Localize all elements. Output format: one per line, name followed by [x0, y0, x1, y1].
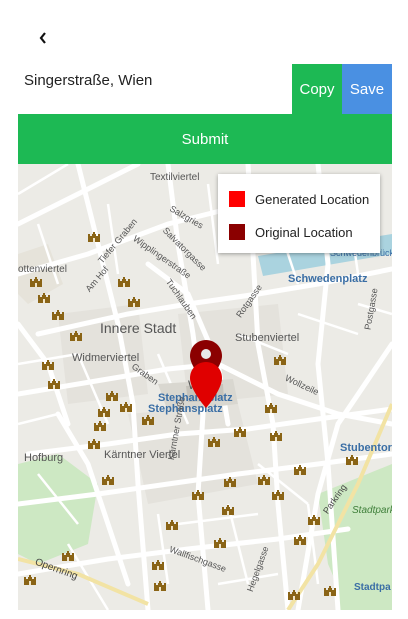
map-view[interactable]: Innere Stadt Stubenviertel Widmerviertel… — [18, 164, 392, 610]
castle-icon — [118, 277, 130, 287]
castle-icon — [234, 427, 246, 437]
castle-icon — [154, 581, 166, 591]
castle-icon — [88, 232, 100, 242]
back-button[interactable] — [36, 30, 50, 46]
address-input[interactable] — [24, 70, 284, 90]
castle-icon — [42, 360, 54, 370]
original-swatch — [229, 224, 245, 240]
castle-icon — [166, 520, 178, 530]
castle-icon — [224, 477, 236, 487]
castle-icon — [308, 515, 320, 525]
generated-location-marker[interactable] — [190, 362, 222, 408]
legend-generated-label: Generated Location — [255, 191, 370, 207]
map-label-stubenviertel: Stubenviertel — [235, 332, 300, 344]
castle-icon — [258, 475, 270, 485]
castle-icon — [274, 355, 286, 365]
castle-icon — [142, 415, 154, 425]
map-label-stubentor: Stubentor — [340, 442, 392, 454]
map-label-innere-stadt: Innere Stadt — [100, 320, 177, 336]
castle-icon — [288, 590, 300, 600]
castle-icon — [48, 379, 60, 389]
castle-icon — [128, 297, 140, 307]
save-button[interactable]: Save — [342, 64, 392, 114]
castle-icon — [30, 277, 42, 287]
castle-icon — [192, 490, 204, 500]
castle-icon — [294, 535, 306, 545]
legend-original-label: Original Location — [255, 224, 353, 240]
map-label-textilviertel: Textilviertel — [150, 172, 200, 183]
castle-icon — [208, 437, 220, 447]
castle-icon — [272, 490, 284, 500]
castle-icon — [62, 551, 74, 561]
castle-icon — [265, 403, 277, 413]
legend-row-generated: Generated Location — [229, 191, 369, 207]
map-label-stadtpark-2: Stadtpa — [354, 582, 391, 593]
castle-icon — [152, 560, 164, 570]
legend-row-original: Original Location — [229, 224, 353, 240]
chevron-left-icon — [39, 32, 46, 44]
castle-icon — [98, 407, 110, 417]
generated-swatch — [229, 191, 245, 207]
castle-icon — [222, 505, 234, 515]
submit-button[interactable]: Submit — [18, 114, 392, 164]
castle-icon — [94, 421, 106, 431]
castle-icon — [106, 391, 118, 401]
copy-button[interactable]: Copy — [292, 64, 342, 114]
castle-icon — [120, 402, 132, 412]
castle-icon — [88, 439, 100, 449]
map-label-schwedenplatz: Schwedenplatz — [288, 273, 368, 285]
castle-icon — [324, 586, 336, 596]
castle-icon — [102, 475, 114, 485]
map-label-widmerviertel: Widmerviertel — [72, 352, 140, 364]
map-legend: Generated Location Original Location — [218, 174, 380, 253]
map-label-rottenviertel: ottenviertel — [18, 264, 67, 275]
castle-icon — [346, 455, 358, 465]
castle-icon — [214, 538, 226, 548]
map-label-hofburg: Hofburg — [24, 452, 64, 464]
castle-icon — [52, 310, 64, 320]
castle-icon — [294, 465, 306, 475]
castle-icon — [70, 331, 82, 341]
castle-icon — [24, 575, 36, 585]
castle-icon — [270, 431, 282, 441]
castle-icon — [38, 293, 50, 303]
map-label-stadtpark: Stadtpark — [352, 505, 392, 516]
